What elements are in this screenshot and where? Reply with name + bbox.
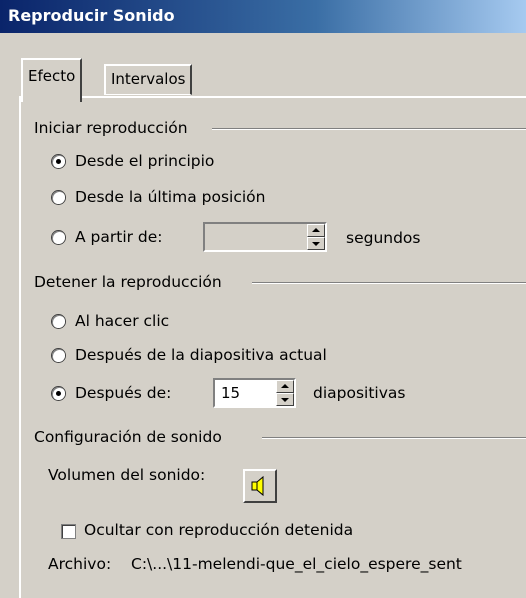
radio-unchecked-icon	[52, 230, 65, 244]
seconds-spinner[interactable]	[203, 222, 327, 252]
radio-al-hacer-clic[interactable]: Al hacer clic	[52, 312, 169, 330]
spin-up-button[interactable]	[276, 380, 294, 393]
tab-efecto[interactable]: Efecto	[21, 58, 83, 102]
sound-group-label: Configuración de sonido	[34, 428, 222, 446]
tab-intervalos[interactable]: Intervalos	[104, 64, 193, 95]
radio-desde-principio-label: Desde el principio	[75, 152, 215, 170]
file-label: Archivo:	[48, 555, 112, 573]
radio-despues-de-label: Después de:	[75, 384, 172, 402]
radio-desde-principio[interactable]: Desde el principio	[52, 152, 214, 170]
slides-unit: diapositivas	[313, 384, 406, 402]
stop-group-divider	[252, 282, 526, 284]
radio-checked-icon	[52, 154, 65, 168]
stop-group-label: Detener la reproducción	[34, 273, 222, 291]
sound-group-divider	[262, 437, 526, 439]
radio-despues-diapositiva-actual[interactable]: Después de la diapositiva actual	[52, 346, 327, 364]
radio-despues-de[interactable]: Después de:	[52, 384, 171, 402]
radio-al-hacer-clic-label: Al hacer clic	[75, 312, 170, 330]
volume-button[interactable]	[243, 469, 277, 503]
speaker-icon	[251, 475, 264, 497]
radio-desde-ultima-posicion-label: Desde la última posición	[75, 188, 266, 206]
window-title: Reproducir Sonido	[8, 6, 175, 25]
hide-checkbox[interactable]	[62, 525, 75, 538]
slides-value: 15	[221, 384, 241, 402]
file-path: C:\...\11-melendi-que_el_cielo_espere_se…	[131, 555, 462, 573]
slides-spinner[interactable]: 15	[213, 378, 296, 408]
radio-a-partir-de[interactable]: A partir de:	[52, 228, 163, 246]
radio-unchecked-icon	[52, 190, 65, 204]
spin-down-button[interactable]	[307, 237, 325, 250]
start-group-divider	[212, 128, 526, 130]
title-bar[interactable]: Reproducir Sonido	[0, 0, 526, 33]
radio-despues-diapositiva-actual-label: Después de la diapositiva actual	[75, 346, 327, 364]
radio-desde-ultima-posicion[interactable]: Desde la última posición	[52, 188, 265, 206]
start-group-label: Iniciar reproducción	[34, 119, 188, 137]
radio-a-partir-de-label: A partir de:	[75, 228, 163, 246]
volume-label: Volumen del sonido:	[48, 466, 206, 484]
tab-efecto-label: Efecto	[28, 67, 76, 85]
radio-checked-icon	[52, 386, 65, 400]
radio-unchecked-icon	[52, 348, 65, 362]
tab-intervalos-label: Intervalos	[111, 70, 186, 88]
spin-up-button[interactable]	[307, 224, 325, 237]
spin-down-button[interactable]	[276, 393, 294, 406]
seconds-unit: segundos	[346, 229, 421, 247]
hide-label: Ocultar con reproducción detenida	[84, 521, 354, 539]
radio-unchecked-icon	[52, 314, 65, 328]
